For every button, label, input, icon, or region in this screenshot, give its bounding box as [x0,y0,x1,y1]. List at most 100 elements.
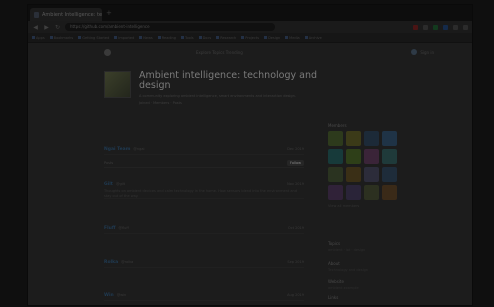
follow-button[interactable]: Follow [287,159,304,166]
member-avatar[interactable] [346,131,361,146]
post-date: Dec 2019 [287,147,304,151]
bookmark-item[interactable]: Docs [198,36,211,40]
bookmark-icon [241,36,245,39]
avatar [411,49,418,55]
bookmark-label: Imported [118,35,135,40]
bookmark-label: Projects [245,35,260,40]
topics-value[interactable]: ambient · iot · design [328,248,418,252]
member-avatar[interactable] [382,167,397,182]
extension-icon[interactable] [413,24,418,30]
browser-window: Ambient Intelligence: techno + ◀ ▶ ↻ htt… [27,4,473,306]
post-date: Aug 2019 [287,293,304,297]
post-item[interactable]: Win @win Aug 2019 [104,293,304,301]
bookmark-icon [49,36,53,39]
bookmark-icon [157,36,161,39]
member-avatar[interactable] [364,149,379,164]
post-author[interactable]: Fluff [104,226,115,231]
page-title: Ambient intelligence: technology and des… [139,70,318,91]
header-user-label: Sign in [420,49,434,55]
site-header: Explore Topics Trending Sign in [104,46,434,58]
bookmark-item[interactable]: Reading [157,36,176,40]
post-author[interactable]: Rolka [104,260,118,265]
extension-icon[interactable] [443,24,448,30]
page-meta: Joined · Members · Posts [139,101,182,105]
post-handle: @win [116,293,127,297]
post-author[interactable]: Ngai Team [104,147,130,152]
post-author[interactable]: Gilt [104,182,113,187]
about-label: About [328,261,340,266]
member-avatar[interactable] [328,185,343,200]
header-links[interactable]: Explore Topics Trending [196,50,243,55]
favicon-icon [34,11,39,18]
bookmark-icon [139,36,143,39]
bookmark-item[interactable]: News [139,35,153,40]
bookmark-item[interactable]: Getting Started [78,36,109,40]
post-date: Nov 2019 [287,182,304,186]
member-avatar[interactable] [382,131,397,146]
member-avatar[interactable] [346,167,361,182]
member-avatar[interactable] [364,167,379,182]
bookmark-item[interactable]: Apps [32,36,45,40]
bookmark-icon [114,36,118,39]
back-icon[interactable]: ◀ [32,24,39,31]
extension-icon[interactable] [433,24,438,30]
bookmark-label: Tools [184,35,194,40]
member-avatar[interactable] [382,149,397,164]
website-value[interactable]: ambient.example [328,286,418,290]
bookmark-item[interactable]: Projects [241,36,259,40]
bookmark-item[interactable]: Media [285,36,300,40]
page-subtitle: A community exploring ambient intelligen… [139,94,296,98]
post-handle: @rolka [121,260,134,264]
bookmark-icon [78,36,82,39]
member-avatar[interactable] [382,185,397,200]
browser-tab[interactable]: Ambient Intelligence: techno [30,8,102,21]
member-avatar[interactable] [364,131,379,146]
member-avatar[interactable] [364,185,379,200]
reload-icon[interactable]: ↻ [54,24,61,31]
extension-icon[interactable] [453,24,458,30]
member-avatar[interactable] [328,131,343,146]
bookmark-item[interactable]: Research [216,36,236,40]
bookmark-item[interactable]: Imported [114,36,134,40]
bookmark-item[interactable]: Archive [304,36,322,40]
member-avatar[interactable] [328,149,343,164]
bookmark-item[interactable]: Design [264,36,280,40]
post-item[interactable]: Ngai Team @ngai Dec 2019 [104,147,304,155]
new-tab-button[interactable]: + [106,9,112,17]
extension-icons [413,24,468,30]
topics-label: Topics [328,241,341,246]
member-avatar[interactable] [346,149,361,164]
members-more-link[interactable]: View all members [328,204,403,208]
bookmark-icon [198,36,202,39]
bookmark-icon [285,36,289,39]
bookmark-item[interactable]: Tools [180,35,194,40]
logo-icon[interactable] [104,48,111,56]
forward-icon[interactable]: ▶ [43,24,50,31]
post-handle: @ngai [133,147,145,151]
url-input[interactable]: https://github.com/ambient-intelligence [65,23,275,31]
extension-icon[interactable] [423,24,428,30]
header-user[interactable]: Sign in [411,49,434,55]
post-author[interactable]: Win [104,293,114,298]
address-bar: ◀ ▶ ↻ https://github.com/ambient-intelli… [28,21,472,33]
bookmark-label: Getting Started [82,35,110,40]
website-label: Website [328,279,344,284]
bookmark-label: Design [268,35,281,40]
menu-icon[interactable] [463,24,468,30]
post-item[interactable]: Rolka @rolka Sep 2019 [104,260,304,268]
page-content: Explore Topics Trending Sign in Ambient … [28,43,472,305]
post-item[interactable]: Gilt @gilt Nov 2019 Thoughts on ambient dev… [104,182,304,199]
bookmark-label: News [143,35,153,40]
member-avatar[interactable] [346,185,361,200]
post-date: Sep 2019 [287,260,304,264]
post-handle: @fluff [118,226,129,230]
bookmark-icon [264,36,268,39]
bookmark-icon [180,36,184,39]
member-avatar[interactable] [328,167,343,182]
members-title: Members [328,123,347,128]
bookmark-label: Apps [36,35,45,40]
bookmark-item[interactable]: Bookmarks [49,36,73,40]
post-item[interactable]: Fluff @fluff Oct 2019 [104,226,304,234]
website-block: Website ambient.example [328,279,418,290]
toolbar-label: Posts [104,160,114,165]
